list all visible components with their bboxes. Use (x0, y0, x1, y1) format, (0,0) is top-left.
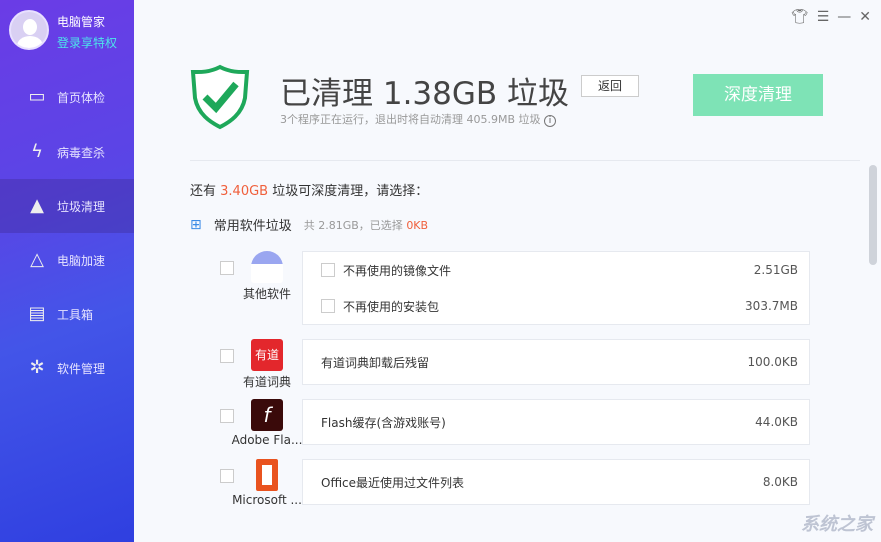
rocket-icon: △ (30, 249, 44, 270)
sidebar: 电脑管家 登录享特权 ▭ 首页体检 ϟ 病毒查杀 ▲ 垃圾清理 △ 电脑加速 ▤ 工具箱 … (0, 0, 134, 542)
sidebar-item-label: 病毒查杀 (57, 145, 106, 160)
item-checkbox[interactable] (321, 263, 335, 277)
sidebar-item-label: 电脑加速 (57, 253, 106, 268)
user-name: 电脑管家 (57, 15, 106, 29)
subtitle: 3个程序正在运行，退出时将自动清理 405.9MB 垃圾 i (280, 111, 557, 127)
list-item[interactable]: 不再使用的安装包 303.7MB (303, 288, 809, 324)
sidebar-item-checkup[interactable]: ▭ 首页体检 (0, 70, 134, 124)
sidebar-item-label: 首页体检 (57, 90, 106, 105)
apps-icon: ✲ (29, 357, 45, 378)
sidebar-item-speedup[interactable]: △ 电脑加速 (0, 233, 134, 287)
office-logo-icon (256, 459, 278, 491)
disc-box-icon (251, 251, 283, 283)
sidebar-item-label: 工具箱 (57, 307, 94, 322)
shield-check-icon (190, 64, 250, 130)
toolbox-icon: ▤ (28, 303, 46, 324)
sidebar-item-software[interactable]: ✲ 软件管理 (0, 341, 134, 395)
list-item[interactable]: Flash缓存(含游戏账号) 44.0KB (303, 400, 809, 444)
app-label: 有道 有道词典 (230, 339, 304, 390)
avatar[interactable] (9, 10, 49, 50)
watermark: 系统之家 (801, 514, 873, 535)
app-label: 其他软件 (230, 251, 304, 302)
deep-clean-button[interactable]: 深度清理 (693, 74, 823, 116)
back-button[interactable]: 返回 (581, 75, 639, 97)
category-header: ⊞ 常用软件垃圾 共 2.81GB，已选择 0KB (190, 216, 429, 235)
app-label: Microsoft ... (230, 459, 304, 507)
sidebar-item-cleanup[interactable]: ▲ 垃圾清理 (0, 179, 134, 233)
skin-icon[interactable]: 👕︎ (791, 9, 809, 25)
item-group: 不再使用的镜像文件 2.51GB 不再使用的安装包 303.7MB (302, 251, 810, 325)
list-item[interactable]: 有道词典卸载后残留 100.0KB (303, 340, 809, 384)
app-label: f Adobe Fla... (230, 399, 304, 447)
lightning-shield-icon: ϟ (31, 141, 43, 162)
item-group: Flash缓存(含游戏账号) 44.0KB (302, 399, 810, 445)
sidebar-item-toolbox[interactable]: ▤ 工具箱 (0, 287, 134, 341)
sidebar-item-virus[interactable]: ϟ 病毒查杀 (0, 125, 134, 179)
sidebar-item-label: 软件管理 (57, 361, 106, 376)
scrollbar-thumb[interactable] (869, 165, 877, 265)
minimize-icon[interactable]: — (837, 9, 851, 25)
broom-icon: ▲ (30, 195, 44, 216)
item-group: 有道词典卸载后残留 100.0KB (302, 339, 810, 385)
sidebar-item-label: 垃圾清理 (57, 199, 106, 214)
divider (190, 160, 860, 161)
youdao-logo-icon: 有道 (251, 339, 283, 371)
list-item[interactable]: Office最近使用过文件列表 8.0KB (303, 460, 809, 504)
close-icon[interactable]: ✕ (859, 9, 871, 25)
monitor-icon: ▭ (28, 86, 46, 107)
main-panel: 👕︎ ☰ — ✕ 已清理 1.38GB 垃圾 返回 3个程序正在运行，退出时将自… (134, 0, 881, 542)
page-title: 已清理 1.38GB 垃圾 (280, 76, 570, 112)
item-group: Office最近使用过文件列表 8.0KB (302, 459, 810, 505)
grid-icon: ⊞ (190, 216, 202, 233)
list-item[interactable]: 不再使用的镜像文件 2.51GB (303, 252, 809, 288)
flash-logo-icon: f (251, 399, 283, 431)
vip-login-link[interactable]: 登录享特权 (57, 34, 117, 51)
item-checkbox[interactable] (321, 299, 335, 313)
summary-text: 还有 3.40GB 垃圾可深度清理，请选择： (190, 184, 429, 199)
menu-icon[interactable]: ☰ (817, 9, 830, 25)
info-icon[interactable]: i (544, 115, 557, 127)
